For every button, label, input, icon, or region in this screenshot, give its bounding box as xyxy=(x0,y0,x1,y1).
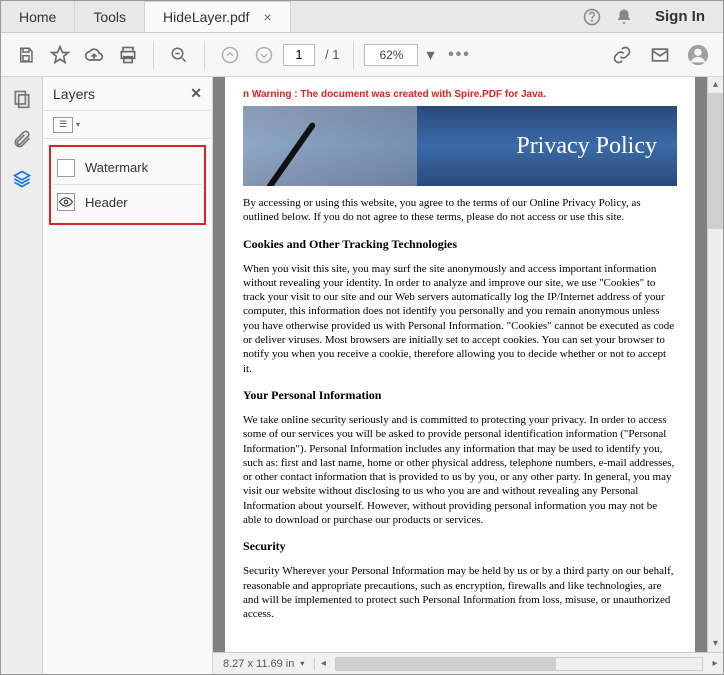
heading-personal: Your Personal Information xyxy=(243,388,677,403)
page-down-icon[interactable] xyxy=(249,40,279,70)
layers-title: Layers xyxy=(53,86,95,102)
layer-name: Watermark xyxy=(85,160,148,175)
document-scroll[interactable]: n Warning : The document was created wit… xyxy=(213,77,707,652)
account-icon[interactable] xyxy=(683,40,713,70)
link-icon[interactable] xyxy=(607,40,637,70)
more-icon[interactable]: ••• xyxy=(444,40,474,70)
banner-title: Privacy Policy xyxy=(516,133,657,160)
close-icon[interactable]: × xyxy=(263,9,271,25)
page-number-input[interactable] xyxy=(283,44,315,66)
paragraph-personal: We take online security seriously and is… xyxy=(243,413,677,527)
paragraph-cookies: When you visit this site, you may surf t… xyxy=(243,262,677,376)
layer-item-watermark[interactable]: Watermark xyxy=(53,151,202,185)
toolbar: / 1 62% ▾ ••• xyxy=(1,33,723,77)
visibility-checkbox[interactable] xyxy=(57,193,75,211)
horizontal-scrollbar[interactable] xyxy=(335,657,703,671)
layers-options-icon[interactable]: ☰ xyxy=(53,117,73,133)
star-icon[interactable] xyxy=(45,40,75,70)
chevron-down-icon[interactable]: ▾ xyxy=(300,659,304,668)
layers-list: Watermark Header xyxy=(49,145,206,225)
status-bar: 8.27 x 11.69 in ▾ ◂ ▸ xyxy=(213,652,723,674)
document-area: n Warning : The document was created wit… xyxy=(213,77,723,674)
intro-paragraph: By accessing or using this website, you … xyxy=(243,196,677,225)
paragraph-security: Security Wherever your Personal Informat… xyxy=(243,564,677,621)
thumbnails-icon[interactable] xyxy=(8,85,36,113)
tab-file[interactable]: HideLayer.pdf × xyxy=(145,1,291,32)
layers-icon[interactable] xyxy=(8,165,36,193)
tabs-bar: Home Tools HideLayer.pdf × Sign In xyxy=(1,1,723,33)
tab-file-label: HideLayer.pdf xyxy=(163,9,249,25)
bell-icon[interactable] xyxy=(615,8,633,26)
scroll-up-icon[interactable]: ▴ xyxy=(708,77,723,93)
nav-rail xyxy=(1,77,43,674)
layer-name: Header xyxy=(85,195,128,210)
layers-panel: Layers ✕ ☰ ▾ Watermark Header xyxy=(43,77,213,674)
chevron-down-icon[interactable]: ▾ xyxy=(426,45,440,65)
cloud-upload-icon[interactable] xyxy=(79,40,109,70)
attachments-icon[interactable] xyxy=(8,125,36,153)
scroll-right-icon[interactable]: ▸ xyxy=(707,658,723,669)
main-area: Layers ✕ ☰ ▾ Watermark Header n Wa xyxy=(1,77,723,674)
page-up-icon[interactable] xyxy=(215,40,245,70)
tab-tools[interactable]: Tools xyxy=(75,1,145,32)
tab-home[interactable]: Home xyxy=(1,1,75,32)
zoom-level[interactable]: 62% xyxy=(364,44,418,66)
zoom-out-icon[interactable] xyxy=(164,40,194,70)
document-page: n Warning : The document was created wit… xyxy=(225,77,695,652)
visibility-checkbox[interactable] xyxy=(57,159,75,177)
page-dimensions: 8.27 x 11.69 in ▾ xyxy=(213,658,315,670)
heading-cookies: Cookies and Other Tracking Technologies xyxy=(243,237,677,252)
print-icon[interactable] xyxy=(113,40,143,70)
save-icon[interactable] xyxy=(11,40,41,70)
page-total: / 1 xyxy=(325,47,339,62)
mail-icon[interactable] xyxy=(645,40,675,70)
layer-item-header[interactable]: Header xyxy=(53,185,202,219)
close-icon[interactable]: ✕ xyxy=(190,85,202,102)
help-icon[interactable] xyxy=(583,8,601,26)
scroll-left-icon[interactable]: ◂ xyxy=(315,658,331,669)
banner-image: Privacy Policy xyxy=(243,106,677,186)
heading-security: Security xyxy=(243,539,677,554)
sign-in-button[interactable]: Sign In xyxy=(647,8,713,25)
chevron-down-icon[interactable]: ▾ xyxy=(76,120,80,129)
warning-text: n Warning : The document was created wit… xyxy=(243,89,677,100)
scroll-down-icon[interactable]: ▾ xyxy=(708,636,723,652)
vertical-scrollbar[interactable]: ▴ ▾ xyxy=(707,77,723,652)
